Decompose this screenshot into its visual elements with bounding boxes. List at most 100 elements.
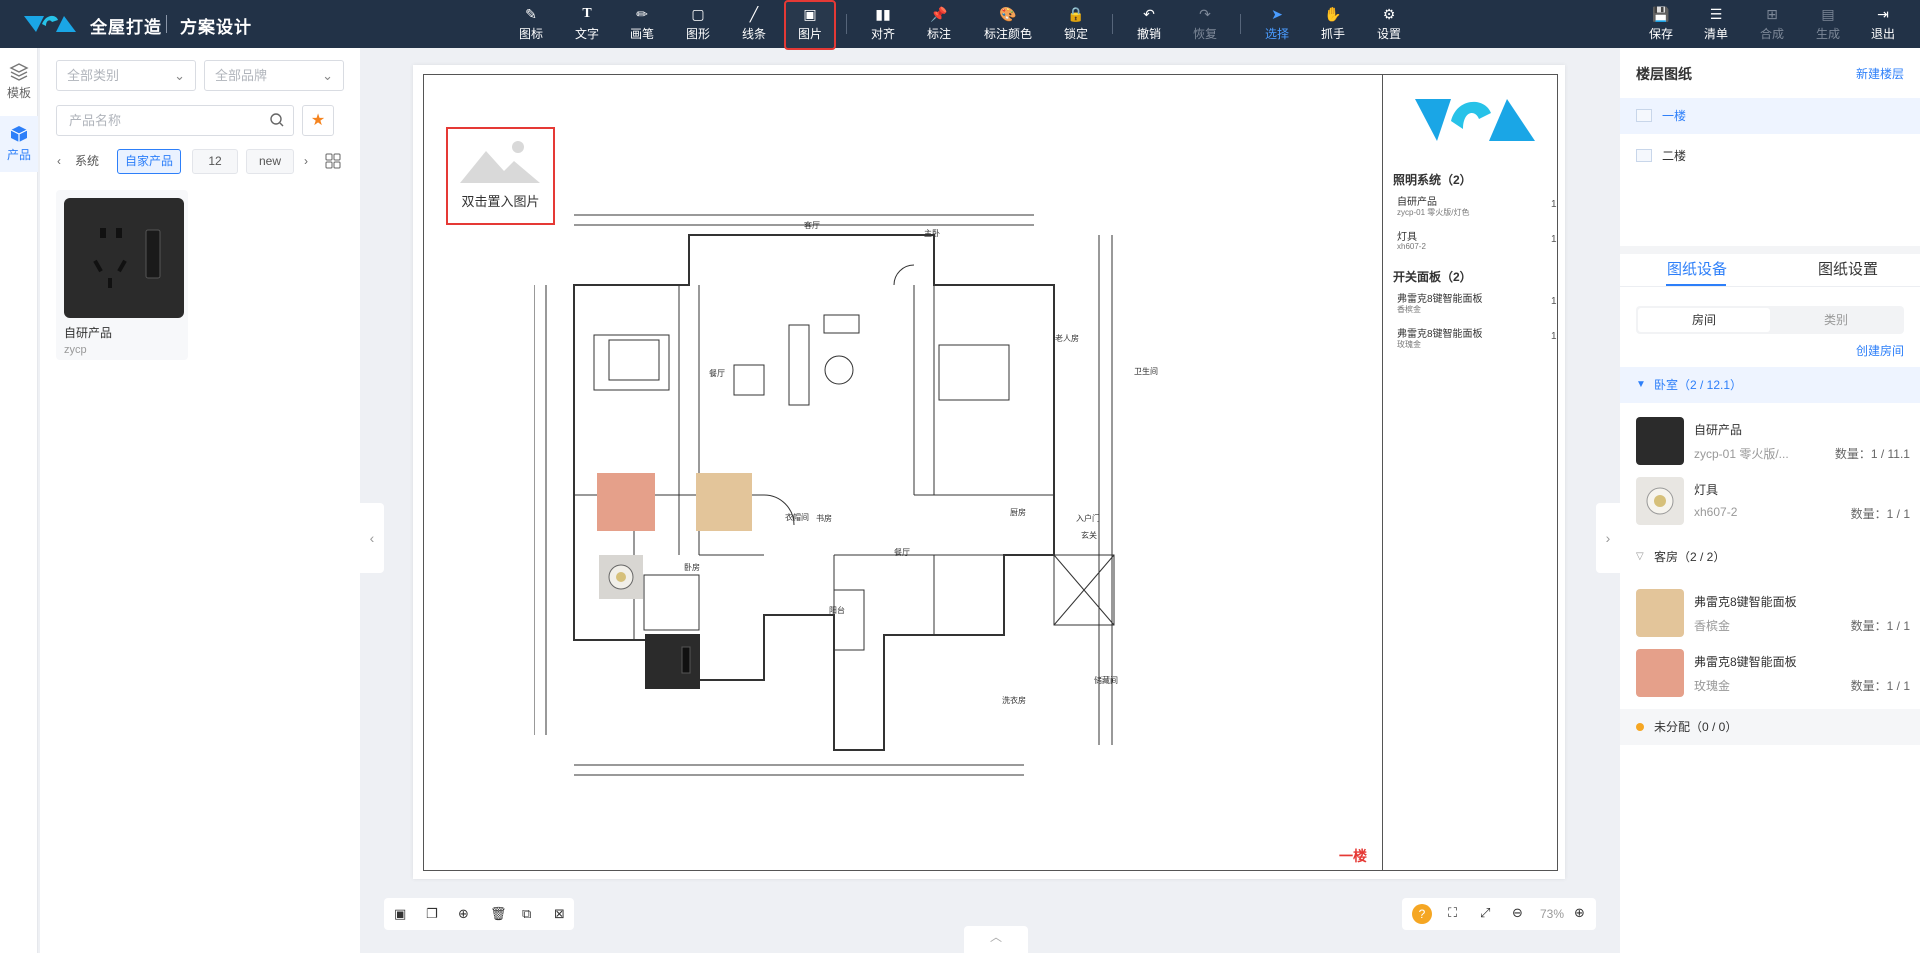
zoom-in-icon[interactable]: ⊕ [1574, 905, 1585, 921]
device-name: 自研产品 [1694, 423, 1743, 437]
room-bedroom[interactable]: ▼ 卧室（2 / 12.1） [1620, 367, 1920, 403]
settings-button[interactable]: ⚙ 设置 [1376, 5, 1402, 45]
chip-label: new [258, 154, 281, 168]
create-room-button[interactable]: 创建房间 [1856, 342, 1904, 359]
device-item[interactable]: 灯具 xh607-2 数量：1 / 1 [1636, 477, 1920, 525]
room-guest[interactable]: ▽ 客房（2 / 2） [1620, 539, 1920, 575]
room-label: 衣帽间 [785, 513, 809, 522]
undo-button[interactable]: ↶ 撤销 [1136, 5, 1162, 45]
tool-line[interactable]: ╱ 线条 [741, 5, 767, 45]
hand-tool-label: 抓手 [1320, 27, 1345, 41]
chip-own-products[interactable]: 自家产品 [117, 149, 181, 174]
legend-item-sub: zycp-01 零火版/灯色 [1397, 208, 1470, 217]
chip-label: 系统 [74, 154, 99, 168]
tool-brush[interactable]: ✏ 画笔 [629, 5, 655, 45]
redo-label: 恢复 [1192, 27, 1217, 41]
floor-label: 二楼 [1662, 149, 1687, 163]
chevron-right-icon: › [1605, 530, 1611, 546]
device-item[interactable]: 弗雷克8键智能面板 香槟金 数量：1 / 1 [1636, 589, 1920, 637]
save-label: 保存 [1648, 27, 1673, 41]
fit-screen-icon[interactable]: ⛶ [1448, 905, 1457, 921]
product-card[interactable]: 自研产品 zycp [56, 190, 188, 360]
new-floor-button[interactable]: 新建楼层 [1856, 65, 1904, 82]
chip-system[interactable]: 系统 [66, 149, 108, 174]
floor-item-2[interactable]: 二楼 [1620, 138, 1920, 174]
chip-label: 自家产品 [124, 154, 173, 168]
tool-icon-label: 图标 [518, 27, 543, 41]
product-sku: zycp [64, 344, 87, 356]
tool-text-label: 文字 [574, 27, 599, 41]
device-item[interactable]: 弗雷克8键智能面板 玫瑰金 数量：1 / 1 [1636, 649, 1920, 697]
save-button[interactable]: 💾 保存 [1648, 5, 1674, 45]
chips-next-icon[interactable]: › [304, 154, 308, 168]
chevron-down-icon: ⌄ [322, 68, 333, 83]
category-select[interactable]: 全部类别 ⌄ [56, 60, 196, 91]
pin-tool-icon: 📌 [930, 6, 948, 22]
room-unassigned[interactable]: 未分配（0 / 0） [1620, 709, 1920, 745]
merge-button[interactable]: ⊞ 合成 [1759, 5, 1785, 45]
group-icon[interactable]: ⧉ [522, 906, 531, 922]
tab-divider [1620, 286, 1920, 287]
tab-drawing-settings[interactable]: 图纸设置 [1818, 258, 1878, 279]
segment-room[interactable]: 房间 [1638, 308, 1770, 332]
device-item[interactable]: 自研产品 zycp-01 零火版/... 数量：1 / 11.1 [1636, 417, 1920, 465]
search-icon[interactable] [269, 112, 285, 128]
legend-group-title: 照明系统（2） [1393, 173, 1472, 187]
fullscreen-icon[interactable]: ⤢ [1480, 905, 1490, 921]
floor-item-1[interactable]: 一楼 [1620, 98, 1920, 134]
ungroup-icon[interactable]: ⊠ [554, 906, 565, 922]
tool-icon[interactable]: ✎ 图标 [518, 5, 544, 45]
save-icon: 💾 [1652, 6, 1670, 22]
downlight-icon [1646, 487, 1674, 515]
tab-drawing-devices[interactable]: 图纸设备 [1667, 258, 1727, 279]
tool-annotation-color[interactable]: 🎨 标注颜色 [983, 5, 1033, 45]
chips-prev-icon[interactable]: ‹ [57, 154, 61, 168]
segment-category[interactable]: 类别 [1770, 308, 1902, 332]
list-icon: ☰ [1709, 6, 1723, 22]
collapse-right-handle[interactable]: › [1596, 503, 1620, 573]
brand-select[interactable]: 全部品牌 ⌄ [204, 60, 344, 91]
device-finish: 香槟金 [1694, 619, 1731, 633]
settings-label: 设置 [1376, 27, 1401, 41]
chip-12[interactable]: 12 [192, 149, 238, 174]
delete-icon[interactable]: 🗑 [490, 906, 507, 922]
product-search [56, 105, 294, 136]
list-button[interactable]: ☰ 清单 [1703, 5, 1729, 45]
tool-image[interactable]: ▣ 图片 [784, 0, 836, 50]
caret-down-icon: ▼ [1636, 379, 1646, 390]
brand-select-value: 全部品牌 [215, 68, 268, 83]
drawing-canvas[interactable]: 双击置入图片 客厅 餐厅 老人房 卫生间 餐厅 厨房 入户门 玄关 卧房 衣帽间… [413, 65, 1565, 879]
favorites-button[interactable]: ★ [302, 105, 334, 136]
tool-align[interactable]: ▮▮ 对齐 [870, 5, 896, 45]
panel-thumbnail [1636, 649, 1684, 697]
rail-template-tab[interactable]: 模板 [0, 54, 38, 110]
tool-annotate[interactable]: 📌 标注 [926, 5, 952, 45]
zoom-out-icon[interactable]: ⊖ [1512, 905, 1523, 921]
room-name: 未分配（0 / 0） [1654, 720, 1738, 734]
device-name: 灯具 [1694, 483, 1719, 497]
duplicate-icon[interactable]: ⊕ [458, 906, 469, 922]
product-search-input[interactable] [57, 106, 257, 135]
tool-shape[interactable]: ▢ 图形 [685, 5, 711, 45]
bring-forward-icon[interactable]: ▣ [394, 906, 406, 922]
send-backward-icon[interactable]: ❐ [426, 906, 438, 922]
expand-bottom-panel[interactable]: ︿ [964, 926, 1028, 953]
legend-item-sub: xh607-2 [1397, 242, 1426, 251]
help-icon[interactable]: ? [1412, 904, 1432, 924]
device-qty: 数量：1 / 1 [1850, 619, 1910, 633]
redo-button[interactable]: ↷ 恢复 [1192, 5, 1218, 45]
tool-lock[interactable]: 🔒 锁定 [1063, 5, 1089, 45]
toolbar-divider [1240, 14, 1241, 34]
hand-tool[interactable]: ✋ 抓手 [1320, 5, 1346, 45]
rail-product-tab[interactable]: 产品 [0, 116, 38, 172]
select-tool[interactable]: ➤ 选择 [1264, 5, 1290, 45]
list-label: 清单 [1703, 27, 1728, 41]
generate-button[interactable]: ▤ 生成 [1815, 5, 1841, 45]
legend-group-title: 开关面板（2） [1393, 270, 1472, 284]
grid-view-icon[interactable] [325, 153, 341, 169]
chip-new[interactable]: new [246, 149, 294, 174]
collapse-left-handle[interactable]: ‹ [360, 503, 384, 573]
tool-text[interactable]: T 文字 [574, 5, 600, 45]
exit-button[interactable]: ⇥ 退出 [1870, 5, 1896, 45]
left-rail: 模板 产品 [0, 48, 38, 953]
